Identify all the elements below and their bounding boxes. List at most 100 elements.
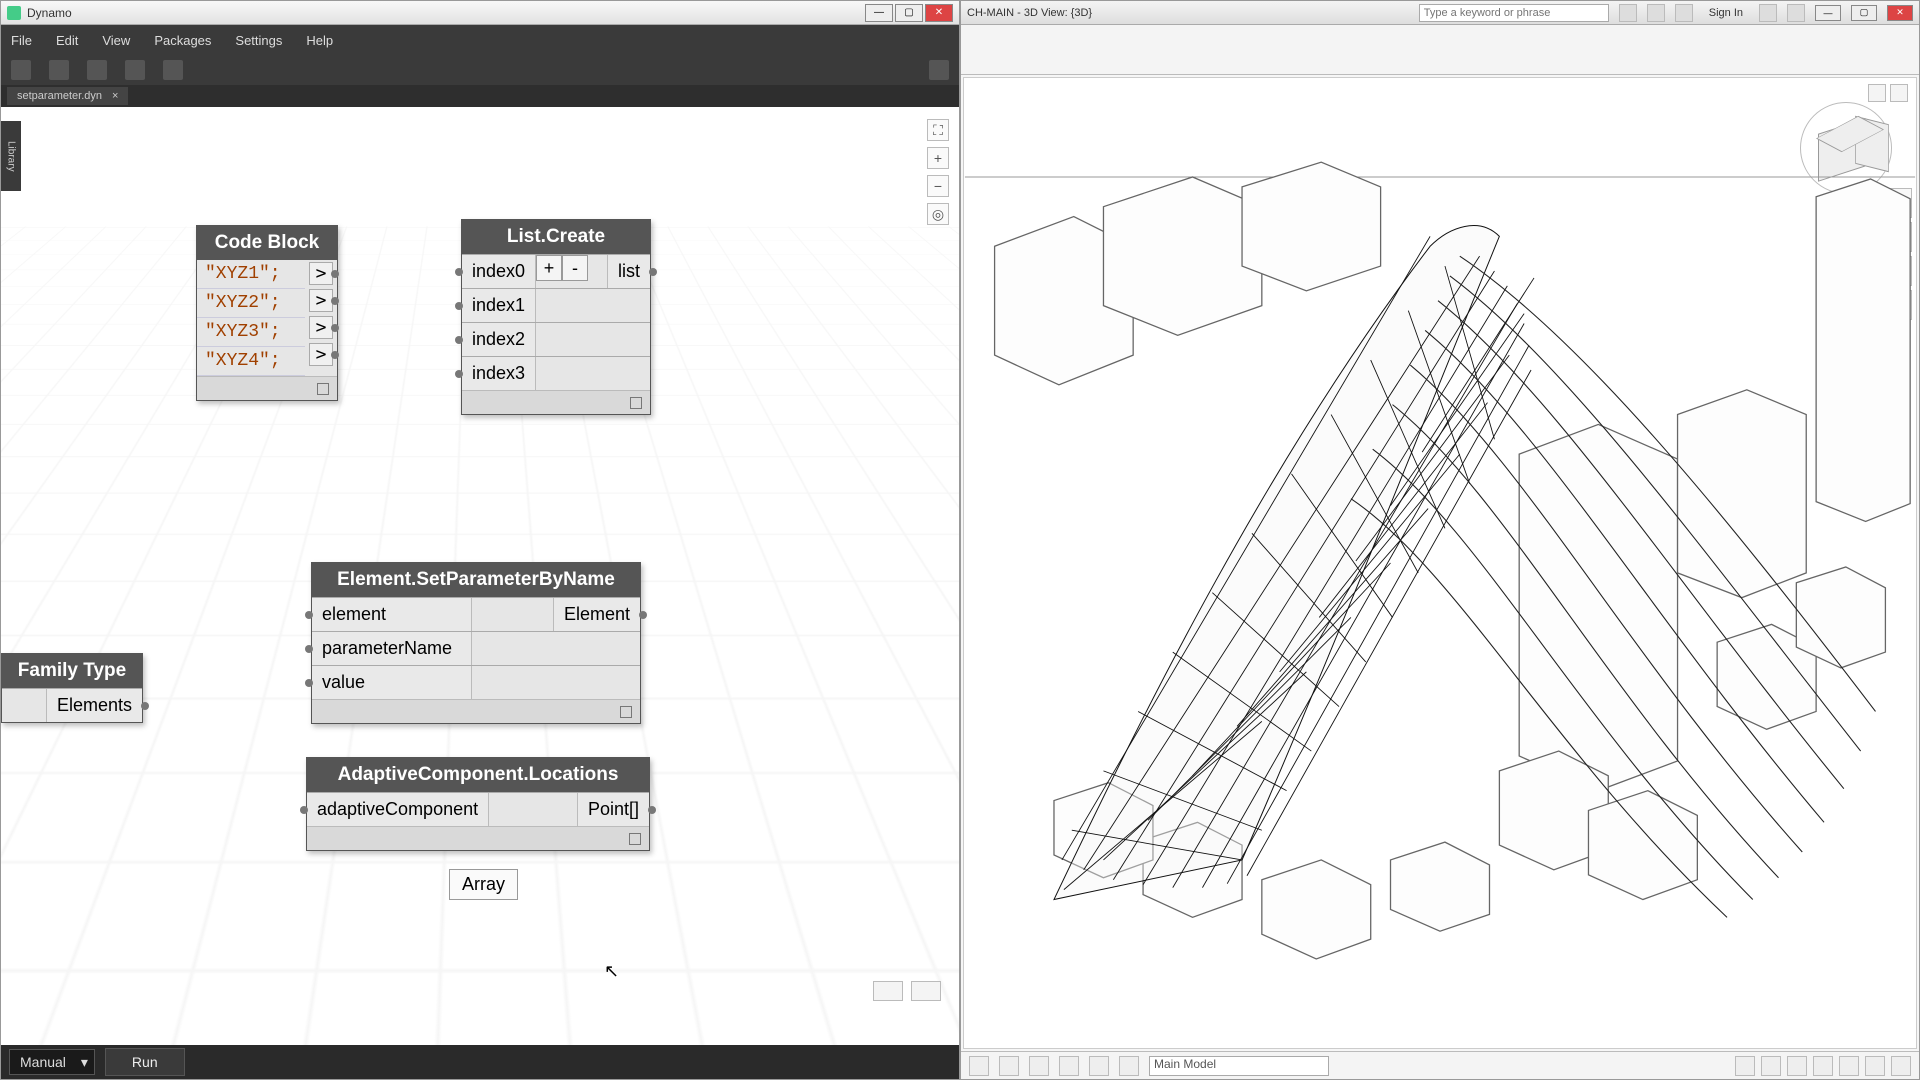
status-drag-icon[interactable] — [1891, 1056, 1911, 1076]
screenshot-icon[interactable] — [929, 60, 949, 80]
revit-title: CH-MAIN - 3D View: {3D} — [967, 7, 1092, 19]
revit-3d-viewport[interactable] — [963, 77, 1917, 1049]
pan-target-button[interactable]: ◎ — [927, 203, 949, 225]
close-button[interactable]: ✕ — [925, 4, 953, 22]
dynamo-canvas[interactable]: Library ⛶ + − ◎ Code Block — [1, 107, 959, 1045]
status-visual-icon[interactable] — [1029, 1056, 1049, 1076]
dynamo-toolbar — [1, 55, 959, 85]
run-mode-dropdown[interactable]: Manual — [9, 1049, 95, 1075]
code-line-1[interactable]: "XYZ1"; — [197, 260, 305, 289]
zoom-out-button[interactable]: − — [927, 175, 949, 197]
minimize-button[interactable]: — — [865, 4, 893, 22]
geometry-toggle-2[interactable] — [911, 981, 941, 1001]
code-line-4[interactable]: "XYZ4"; — [197, 347, 305, 376]
menu-edit[interactable]: Edit — [56, 33, 78, 48]
code-out-1[interactable]: > — [309, 262, 333, 285]
geometry-toggle-1[interactable] — [873, 981, 903, 1001]
undo-icon[interactable] — [125, 60, 145, 80]
zoom-fit-button[interactable]: ⛶ — [927, 119, 949, 141]
node-set-parameter-title: Element.SetParameterByName — [312, 563, 640, 597]
node-list-create-title: List.Create — [462, 220, 650, 254]
menu-help[interactable]: Help — [306, 33, 333, 48]
status-scale-icon[interactable] — [969, 1056, 989, 1076]
list-create-output[interactable]: list — [607, 255, 650, 288]
adaptive-output[interactable]: Point[] — [577, 793, 649, 826]
code-out-3[interactable]: > — [309, 316, 333, 339]
setparam-output-element[interactable]: Element — [553, 598, 640, 631]
status-select-pinned-icon[interactable] — [1865, 1056, 1885, 1076]
subscription-icon[interactable] — [1647, 4, 1665, 22]
revit-statusbar: Main Model — [961, 1051, 1919, 1079]
code-line-3[interactable]: "XYZ3"; — [197, 318, 305, 347]
exchange-apps-icon[interactable] — [1759, 4, 1777, 22]
workspace-tab[interactable]: setparameter.dyn × — [7, 87, 128, 105]
help-icon[interactable] — [1787, 4, 1805, 22]
model-selector[interactable]: Main Model — [1149, 1056, 1329, 1076]
node-code-block-title: Code Block — [197, 226, 337, 260]
status-design-options-icon[interactable] — [1813, 1056, 1833, 1076]
dynamo-window: Dynamo — ▢ ✕ File Edit View Packages Set… — [0, 0, 960, 1080]
dynamo-tabbar: setparameter.dyn × — [1, 85, 959, 107]
revit-titlebar: CH-MAIN - 3D View: {3D} Sign In — ▢ ✕ — [961, 1, 1919, 25]
run-button[interactable]: Run — [105, 1048, 185, 1076]
code-out-4[interactable]: > — [309, 343, 333, 366]
preview-toggle-icon[interactable] — [629, 833, 641, 845]
family-type-output[interactable]: Elements — [46, 689, 142, 722]
status-worksets-icon[interactable] — [1761, 1056, 1781, 1076]
favorites-icon[interactable] — [1675, 4, 1693, 22]
code-out-2[interactable]: > — [309, 289, 333, 312]
revit-minimize-button[interactable]: — — [1815, 5, 1841, 21]
preview-toggle-icon[interactable] — [620, 706, 632, 718]
status-filter-icon[interactable] — [1735, 1056, 1755, 1076]
workspace-tab-close-icon[interactable]: × — [112, 90, 118, 102]
list-create-input-3[interactable]: index3 — [462, 357, 536, 390]
preview-toggle-icon[interactable] — [630, 397, 642, 409]
node-set-parameter[interactable]: Element.SetParameterByName element Eleme… — [311, 562, 641, 724]
menu-view[interactable]: View — [102, 33, 130, 48]
redo-icon[interactable] — [163, 60, 183, 80]
list-add-button[interactable]: + — [536, 255, 562, 281]
menu-file[interactable]: File — [11, 33, 32, 48]
status-detail-icon[interactable] — [999, 1056, 1019, 1076]
canvas-nav: ⛶ + − ◎ — [927, 119, 949, 225]
list-create-input-2[interactable]: index2 — [462, 323, 536, 356]
node-family-type[interactable]: Family Type Elements — [1, 653, 143, 723]
search-icon[interactable] — [1619, 4, 1637, 22]
adaptive-input[interactable]: adaptiveComponent — [307, 793, 489, 826]
open-file-icon[interactable] — [49, 60, 69, 80]
setparam-input-element[interactable]: element — [312, 598, 472, 631]
revit-maximize-button[interactable]: ▢ — [1851, 5, 1877, 21]
status-crop-icon[interactable] — [1119, 1056, 1139, 1076]
menu-packages[interactable]: Packages — [154, 33, 211, 48]
revit-close-button[interactable]: ✕ — [1887, 5, 1913, 21]
node-adaptive-locations-title: AdaptiveComponent.Locations — [307, 758, 649, 792]
dynamo-title: Dynamo — [27, 6, 865, 20]
zoom-in-button[interactable]: + — [927, 147, 949, 169]
setparam-input-parametername[interactable]: parameterName — [312, 632, 472, 665]
dynamo-app-icon — [7, 6, 21, 20]
list-create-input-1[interactable]: index1 — [462, 289, 536, 322]
dynamo-titlebar: Dynamo — ▢ ✕ — [1, 1, 959, 25]
status-select-links-icon[interactable] — [1839, 1056, 1859, 1076]
revit-window: CH-MAIN - 3D View: {3D} Sign In — ▢ ✕ — [960, 0, 1920, 1080]
new-file-icon[interactable] — [11, 60, 31, 80]
signin-button[interactable]: Sign In — [1703, 7, 1749, 19]
preview-toggle-icon[interactable] — [317, 383, 329, 395]
status-editable-icon[interactable] — [1787, 1056, 1807, 1076]
list-create-input-0[interactable]: index0 — [462, 255, 536, 288]
setparam-input-value[interactable]: value — [312, 666, 472, 699]
menu-settings[interactable]: Settings — [235, 33, 282, 48]
status-shadows-icon[interactable] — [1089, 1056, 1109, 1076]
revit-search-input[interactable] — [1419, 4, 1609, 22]
maximize-button[interactable]: ▢ — [895, 4, 923, 22]
array-label-box[interactable]: Array — [449, 869, 518, 900]
revit-ribbon[interactable] — [961, 25, 1919, 75]
status-sun-icon[interactable] — [1059, 1056, 1079, 1076]
node-list-create[interactable]: List.Create index0 + - list index1 index… — [461, 219, 651, 415]
node-adaptive-locations[interactable]: AdaptiveComponent.Locations adaptiveComp… — [306, 757, 650, 851]
list-remove-button[interactable]: - — [562, 255, 588, 281]
code-line-2[interactable]: "XYZ2"; — [197, 289, 305, 318]
save-file-icon[interactable] — [87, 60, 107, 80]
library-tab[interactable]: Library — [1, 121, 21, 191]
node-code-block[interactable]: Code Block "XYZ1"; "XYZ2"; "XYZ3"; "XYZ4… — [196, 225, 338, 401]
